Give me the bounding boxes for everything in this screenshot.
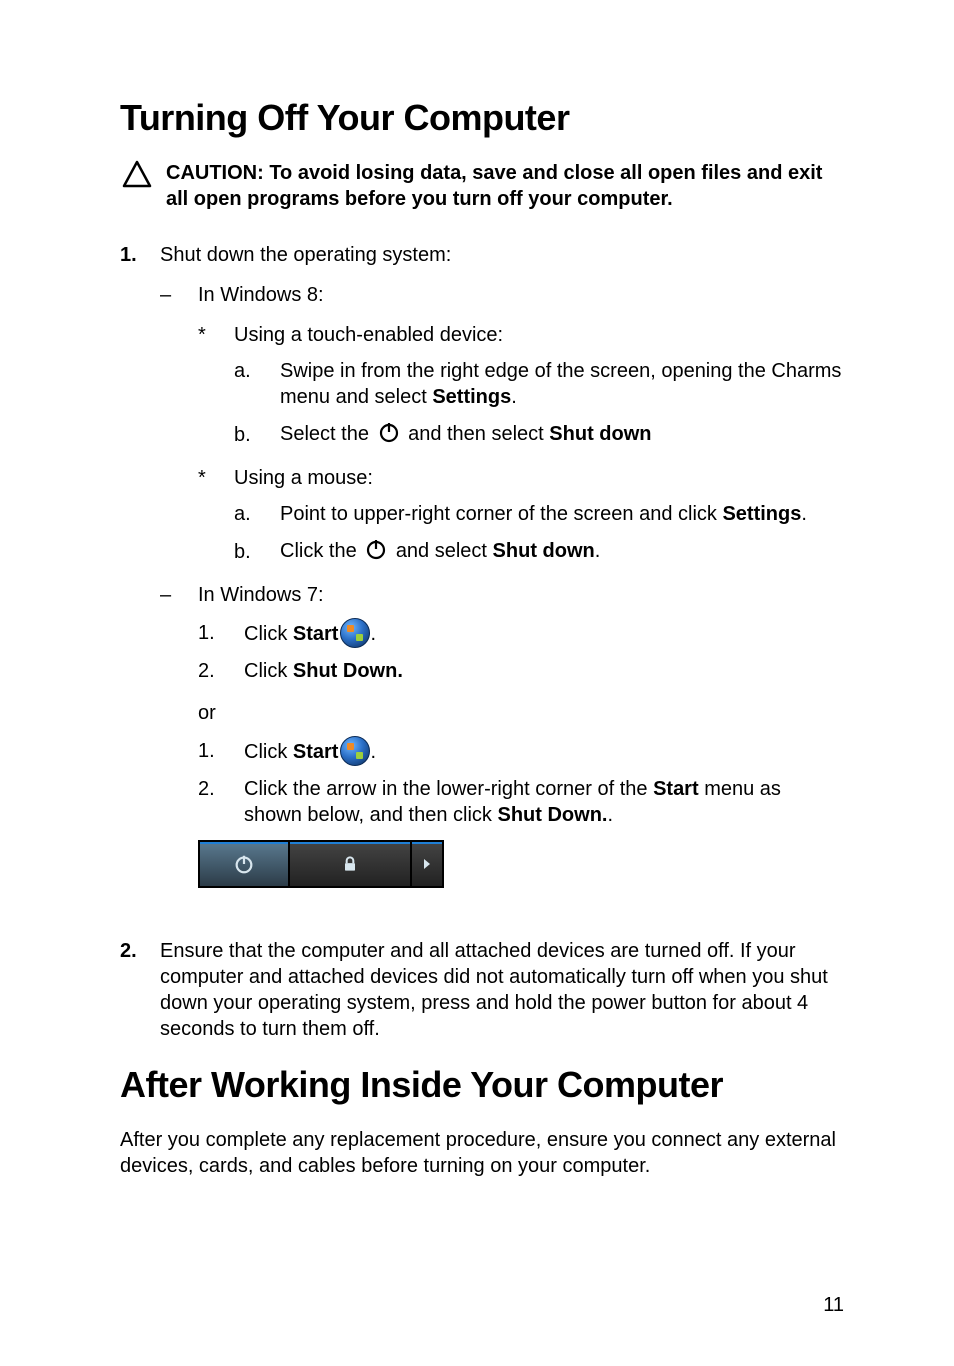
- win8-mouse-a-text: Point to upper-right corner of the scree…: [280, 501, 844, 527]
- caution-text: CAUTION: To avoid losing data, save and …: [166, 160, 844, 212]
- win7-second-1-text: Click Start.: [244, 736, 844, 766]
- win8-mouse-b-marker: b.: [234, 539, 280, 565]
- heading-after-working: After Working Inside Your Computer: [120, 1062, 844, 1109]
- win8-touch-a-marker: a.: [234, 358, 280, 410]
- step-1-marker: 1.: [120, 242, 160, 918]
- page-number: 11: [823, 1292, 844, 1318]
- win8-touch-a-text: Swipe in from the right edge of the scre…: [280, 358, 844, 410]
- or-text: or: [198, 700, 844, 726]
- step-1-text: Shut down the operating system:: [160, 242, 844, 268]
- dash-marker: –: [160, 282, 198, 568]
- star-marker: *: [198, 465, 234, 568]
- win7-first-1-marker: 1.: [198, 620, 244, 646]
- win8-mouse-label: Using a mouse:: [234, 465, 844, 491]
- power-icon: [377, 420, 401, 451]
- win8-touch-b-marker: b.: [234, 422, 280, 448]
- power-icon: [364, 537, 388, 568]
- win7-second-2-marker: 2.: [198, 776, 244, 828]
- shutdown-arrow-segment: [412, 842, 442, 886]
- windows-start-orb-icon: [340, 736, 370, 766]
- win8-label: In Windows 8:: [198, 282, 844, 308]
- win8-touch-b-text: Select the and then select Shut down: [280, 420, 844, 451]
- shutdown-menu-image: [198, 840, 844, 888]
- win8-mouse-b-text: Click the and select Shut down.: [280, 537, 844, 568]
- heading-turning-off: Turning Off Your Computer: [120, 95, 844, 142]
- win7-second-1-marker: 1.: [198, 738, 244, 764]
- win7-label: In Windows 7:: [198, 582, 844, 608]
- windows-start-orb-icon: [340, 618, 370, 648]
- shutdown-power-segment: [200, 842, 290, 886]
- after-working-paragraph: After you complete any replacement proce…: [120, 1127, 844, 1179]
- dash-marker: –: [160, 582, 198, 918]
- win8-mouse-a-marker: a.: [234, 501, 280, 527]
- win7-second-2-text: Click the arrow in the lower-right corne…: [244, 776, 844, 828]
- win7-first-2-text: Click Shut Down.: [244, 658, 844, 684]
- win7-first-2-marker: 2.: [198, 658, 244, 684]
- caution-icon: [120, 160, 154, 188]
- step-2-marker: 2.: [120, 938, 160, 1042]
- star-marker: *: [198, 322, 234, 451]
- win8-touch-label: Using a touch-enabled device:: [234, 322, 844, 348]
- step-2-text: Ensure that the computer and all attache…: [160, 938, 844, 1042]
- win7-first-1-text: Click Start.: [244, 618, 844, 648]
- caution-note: CAUTION: To avoid losing data, save and …: [120, 160, 844, 212]
- shutdown-lock-segment: [290, 842, 412, 886]
